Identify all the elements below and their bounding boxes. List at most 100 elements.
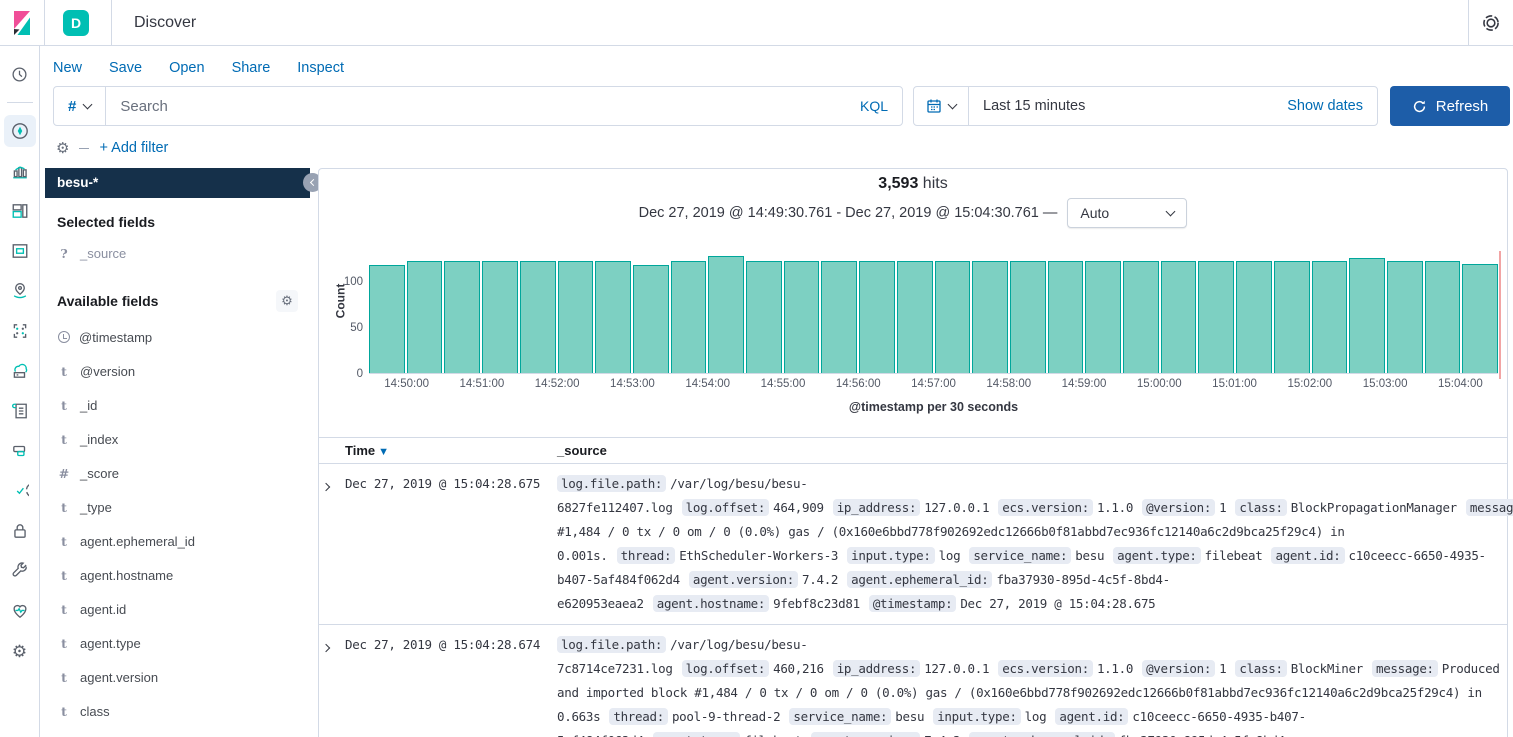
field-value: 7.4.2 xyxy=(924,733,960,737)
histogram-bar[interactable] xyxy=(1161,261,1197,373)
field-value: 1 xyxy=(1219,661,1226,676)
field-key-badge: service_name: xyxy=(969,547,1071,564)
time-range-text: Dec 27, 2019 @ 14:49:30.761 - Dec 27, 20… xyxy=(639,205,1058,221)
sidebar-item-maps[interactable] xyxy=(4,275,36,307)
sidebar-item-dashboard[interactable] xyxy=(4,195,36,227)
histogram-bar[interactable] xyxy=(935,261,971,373)
field-item-timestamp[interactable]: @timestamp xyxy=(45,320,310,354)
histogram-bar[interactable] xyxy=(369,265,405,373)
field-type-icon: t xyxy=(57,670,71,685)
histogram-bar[interactable] xyxy=(671,261,707,373)
histogram-bar[interactable] xyxy=(1312,261,1348,373)
field-key-badge: agent.id: xyxy=(1055,708,1128,725)
histogram-bar[interactable] xyxy=(746,261,782,373)
field-item-source[interactable]: ?_source xyxy=(45,236,310,270)
sidebar-item-machine-learning[interactable] xyxy=(4,315,36,347)
histogram-bar[interactable] xyxy=(1048,261,1084,373)
share-link[interactable]: Share xyxy=(232,60,271,76)
header-divider xyxy=(111,0,112,46)
field-key-badge: service_name: xyxy=(789,708,891,725)
new-link[interactable]: New xyxy=(53,60,82,76)
field-item-agenttype[interactable]: tagent.type xyxy=(45,626,310,660)
histogram-bar[interactable] xyxy=(444,261,480,373)
histogram-bar[interactable] xyxy=(821,261,857,373)
field-item-class[interactable]: tclass xyxy=(45,694,310,728)
filter-settings-gear-icon[interactable]: ⚙ xyxy=(56,139,69,157)
field-item-type[interactable]: t_type xyxy=(45,490,310,524)
globe-icon[interactable] xyxy=(1469,14,1513,32)
field-item-agentid[interactable]: tagent.id xyxy=(45,592,310,626)
field-item-container[interactable]: tcontainer xyxy=(45,728,310,737)
calendar-menu-button[interactable] xyxy=(914,87,969,125)
histogram-bar[interactable] xyxy=(972,261,1008,373)
histogram-bar[interactable] xyxy=(482,261,518,373)
field-type-icon: t xyxy=(57,568,71,583)
histogram-bar[interactable] xyxy=(558,261,594,373)
field-item-index[interactable]: t_index xyxy=(45,422,310,456)
interval-select[interactable]: Auto xyxy=(1067,198,1187,228)
field-item-agentephemeralid[interactable]: tagent.ephemeral_id xyxy=(45,524,310,558)
x-tick-label: 14:56:00 xyxy=(821,378,896,390)
search-input[interactable] xyxy=(106,98,860,115)
histogram-bar[interactable] xyxy=(1425,261,1461,373)
field-type-icon: t xyxy=(57,364,71,379)
sidebar-item-apm[interactable] xyxy=(4,435,36,467)
time-column-header[interactable]: Time▼ xyxy=(345,443,557,458)
time-range-value[interactable]: Last 15 minutes xyxy=(969,98,1085,114)
field-settings-gear-icon[interactable]: ⚙ xyxy=(276,290,298,312)
sidebar-item-metrics[interactable] xyxy=(4,355,36,387)
sidebar-item-uptime[interactable] xyxy=(4,475,36,507)
histogram-bar[interactable] xyxy=(1198,261,1234,373)
sidebar-item-discover[interactable] xyxy=(4,115,36,147)
sidebar-item-stack-monitoring[interactable] xyxy=(4,595,36,627)
histogram-bar[interactable] xyxy=(897,261,933,373)
index-pattern-name: besu-* xyxy=(57,175,98,190)
histogram-bar[interactable] xyxy=(784,261,820,373)
histogram-bar[interactable] xyxy=(1010,261,1046,373)
open-link[interactable]: Open xyxy=(169,60,204,76)
saved-query-menu-button[interactable]: # xyxy=(54,87,106,125)
field-key-badge: @timestamp: xyxy=(869,595,956,612)
field-key-badge: message: xyxy=(1372,660,1438,677)
field-item-agenthostname[interactable]: tagent.hostname xyxy=(45,558,310,592)
histogram-bar[interactable] xyxy=(1085,261,1121,373)
histogram-bar[interactable] xyxy=(1349,258,1385,373)
expand-row-icon[interactable] xyxy=(322,644,330,652)
field-type-icon: t xyxy=(57,398,71,413)
histogram-bar[interactable] xyxy=(1462,264,1498,373)
save-link[interactable]: Save xyxy=(109,60,142,76)
histogram-bar[interactable] xyxy=(1387,261,1423,373)
histogram-bar[interactable] xyxy=(1123,261,1159,373)
sidebar-item-siem[interactable] xyxy=(4,515,36,547)
field-item-id[interactable]: t_id xyxy=(45,388,310,422)
histogram-bar[interactable] xyxy=(859,261,895,373)
show-dates-link[interactable]: Show dates xyxy=(1287,98,1377,114)
histogram-bar[interactable] xyxy=(520,261,556,373)
histogram-bar[interactable] xyxy=(1236,261,1272,373)
sidebar-item-canvas[interactable] xyxy=(4,235,36,267)
refresh-button[interactable]: Refresh xyxy=(1390,86,1510,126)
kibana-logo[interactable] xyxy=(0,11,44,35)
sort-descending-icon[interactable]: ▼ xyxy=(378,446,389,458)
inspect-link[interactable]: Inspect xyxy=(297,60,344,76)
recently-viewed-icon[interactable] xyxy=(4,58,36,90)
histogram-bar[interactable] xyxy=(595,261,631,373)
field-item-version[interactable]: t@version xyxy=(45,354,310,388)
histogram-bar[interactable] xyxy=(1274,261,1310,373)
query-language-button[interactable]: KQL xyxy=(860,98,902,114)
histogram-bar[interactable] xyxy=(633,265,669,373)
sidebar-item-visualize[interactable] xyxy=(4,155,36,187)
histogram-bar[interactable] xyxy=(407,261,443,373)
field-item-agentversion[interactable]: tagent.version xyxy=(45,660,310,694)
field-name: _index xyxy=(80,432,118,447)
sidebar-item-dev-tools[interactable] xyxy=(4,555,36,587)
add-filter-button[interactable]: + Add filter xyxy=(99,140,168,156)
histogram-bar[interactable] xyxy=(708,256,744,373)
field-item-score[interactable]: #_score xyxy=(45,456,310,490)
sidebar-item-management[interactable]: ⚙ xyxy=(4,635,36,667)
index-pattern-header[interactable]: besu-* xyxy=(45,168,310,198)
query-bar: # KQL Last 15 minutes Show dates xyxy=(40,86,1513,126)
expand-row-icon[interactable] xyxy=(322,483,330,491)
field-key-badge: ip_address: xyxy=(833,499,920,516)
sidebar-item-logs[interactable] xyxy=(4,395,36,427)
